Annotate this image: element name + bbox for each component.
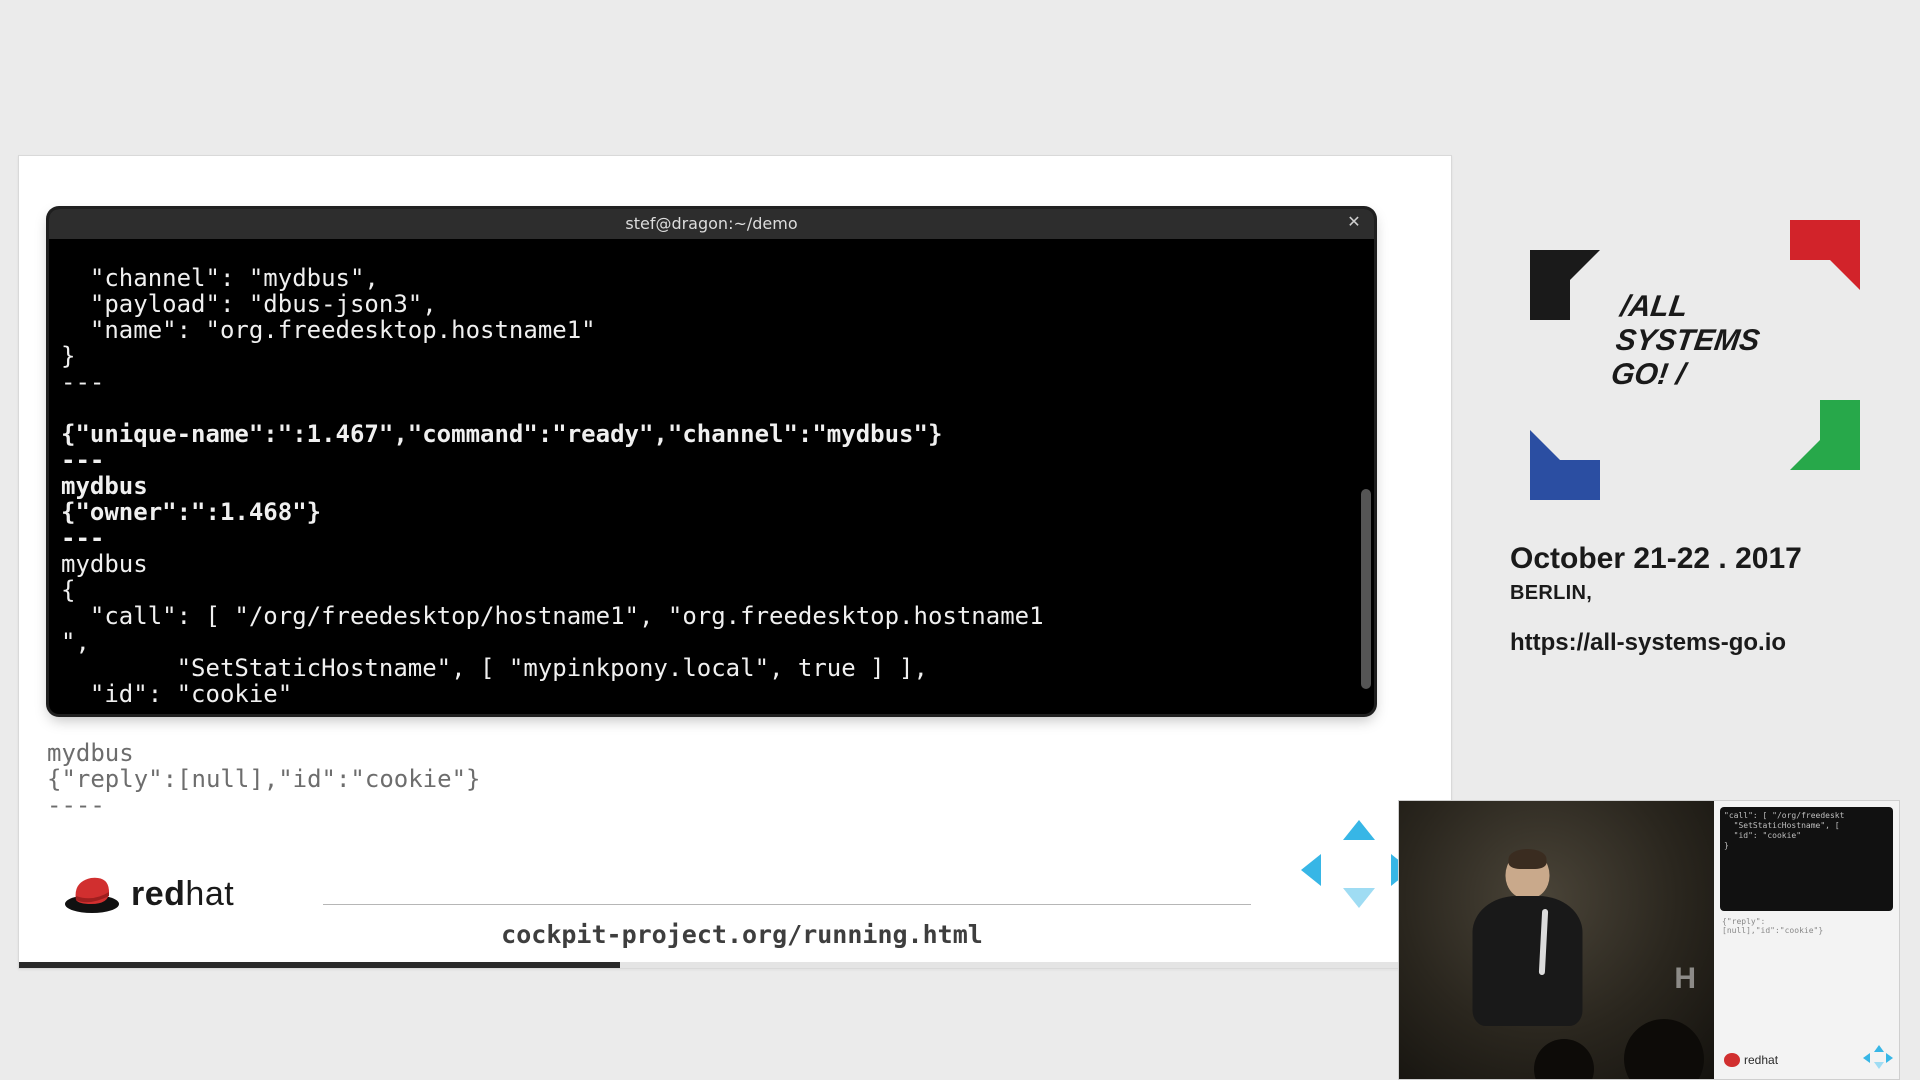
nav-down-icon[interactable]	[1343, 888, 1375, 908]
thumbnail-redhat-logo: redhat	[1724, 1053, 1778, 1067]
term-line-bold: ---	[61, 524, 104, 552]
conference-branding: /ALL SYSTEMS GO! / October 21-22 . 2017 …	[1510, 220, 1880, 657]
speaker-silhouette	[1505, 851, 1582, 1026]
logo-corner-black-icon	[1530, 220, 1630, 320]
slide-progress-fill	[19, 962, 620, 968]
terminal-body[interactable]: "channel": "mydbus", "payload": "dbus-js…	[61, 239, 1360, 708]
term-line: "SetStaticHostname", [ "mypinkpony.local…	[61, 654, 928, 682]
term-line-bold: mydbus	[61, 472, 148, 500]
thumbnail-bg-line: {"reply":[null],"id":"cookie"}	[1722, 917, 1839, 935]
bg-line: ----	[47, 791, 105, 819]
nav-up-icon	[1874, 1045, 1884, 1052]
backdrop-letter: H	[1674, 962, 1696, 996]
presentation-slide: stef@dragon:~/demo ✕ "channel": "mydbus"…	[18, 155, 1452, 969]
redhat-wordmark: redhat	[131, 875, 234, 914]
term-line: ",	[61, 628, 90, 656]
nav-right-icon	[1886, 1053, 1893, 1063]
slide-background-text: mydbus {"reply":[null],"id":"cookie"} --…	[47, 714, 480, 844]
footer-divider	[323, 904, 1251, 905]
footer-url: cockpit-project.org/running.html	[63, 920, 1421, 949]
close-icon[interactable]: ✕	[1344, 213, 1364, 233]
logo-corner-red-icon	[1760, 220, 1860, 320]
thumbnail-terminal: "call": [ "/org/freedeskt "SetStaticHost…	[1720, 807, 1893, 911]
term-line: }	[61, 342, 75, 370]
term-line: {	[61, 576, 75, 604]
logo-corner-blue-icon	[1530, 400, 1630, 500]
conference-location: BERLIN,	[1510, 582, 1880, 605]
slide-thumbnail: "call": [ "/org/freedeskt "SetStaticHost…	[1714, 801, 1899, 1079]
term-line: "id": "cookie"	[61, 680, 292, 708]
term-line: mydbus	[61, 550, 148, 578]
slide-footer: redhat cockpit-project.org/running.html	[63, 870, 1421, 940]
audience-head	[1534, 1039, 1594, 1079]
terminal-window: stef@dragon:~/demo ✕ "channel": "mydbus"…	[49, 209, 1374, 714]
slide-nav-arrows	[1301, 820, 1411, 908]
term-line-bold: {"owner":":1.468"}	[61, 498, 321, 526]
nav-left-icon	[1863, 1053, 1870, 1063]
term-line: ---	[61, 368, 104, 396]
term-line: }	[61, 706, 75, 708]
logo-corner-green-icon	[1760, 400, 1860, 500]
nav-left-icon[interactable]	[1301, 854, 1321, 886]
conference-logo-text: /ALL SYSTEMS GO! /	[1609, 290, 1767, 392]
camera-pip: H "call": [ "/org/freedeskt "SetStaticHo…	[1398, 800, 1900, 1080]
term-line: "channel": "mydbus",	[61, 264, 379, 292]
term-line: "payload": "dbus-json3",	[61, 290, 437, 318]
nav-down-icon	[1874, 1062, 1884, 1069]
conference-meta: October 21-22 . 2017 BERLIN, https://all…	[1510, 542, 1880, 657]
terminal-titlebar: stef@dragon:~/demo ✕	[49, 209, 1374, 239]
fedora-hat-icon	[1724, 1053, 1740, 1067]
bg-line: {"reply":[null],"id":"cookie"}	[47, 765, 480, 793]
bg-line: mydbus	[47, 739, 134, 767]
audience-head	[1624, 1019, 1704, 1079]
term-line: "name": "org.freedesktop.hostname1"	[61, 316, 596, 344]
term-line-bold: ---	[61, 446, 104, 474]
camera-feed: H	[1399, 801, 1714, 1079]
terminal-scrollbar[interactable]	[1361, 489, 1371, 689]
redhat-logo: redhat	[63, 870, 1421, 914]
term-line: "call": [ "/org/freedesktop/hostname1", …	[61, 602, 1044, 630]
conference-logo: /ALL SYSTEMS GO! /	[1530, 220, 1860, 500]
conference-date: October 21-22 . 2017	[1510, 542, 1880, 576]
terminal-title: stef@dragon:~/demo	[625, 214, 797, 233]
slide-progress-track	[19, 962, 1451, 968]
term-line-bold: {"unique-name":":1.467","command":"ready…	[61, 420, 942, 448]
fedora-hat-icon	[63, 870, 121, 914]
thumbnail-redhat-text: redhat	[1744, 1053, 1778, 1067]
nav-up-icon[interactable]	[1343, 820, 1375, 840]
thumbnail-nav-arrows	[1863, 1045, 1893, 1069]
conference-url: https://all-systems-go.io	[1510, 629, 1880, 657]
